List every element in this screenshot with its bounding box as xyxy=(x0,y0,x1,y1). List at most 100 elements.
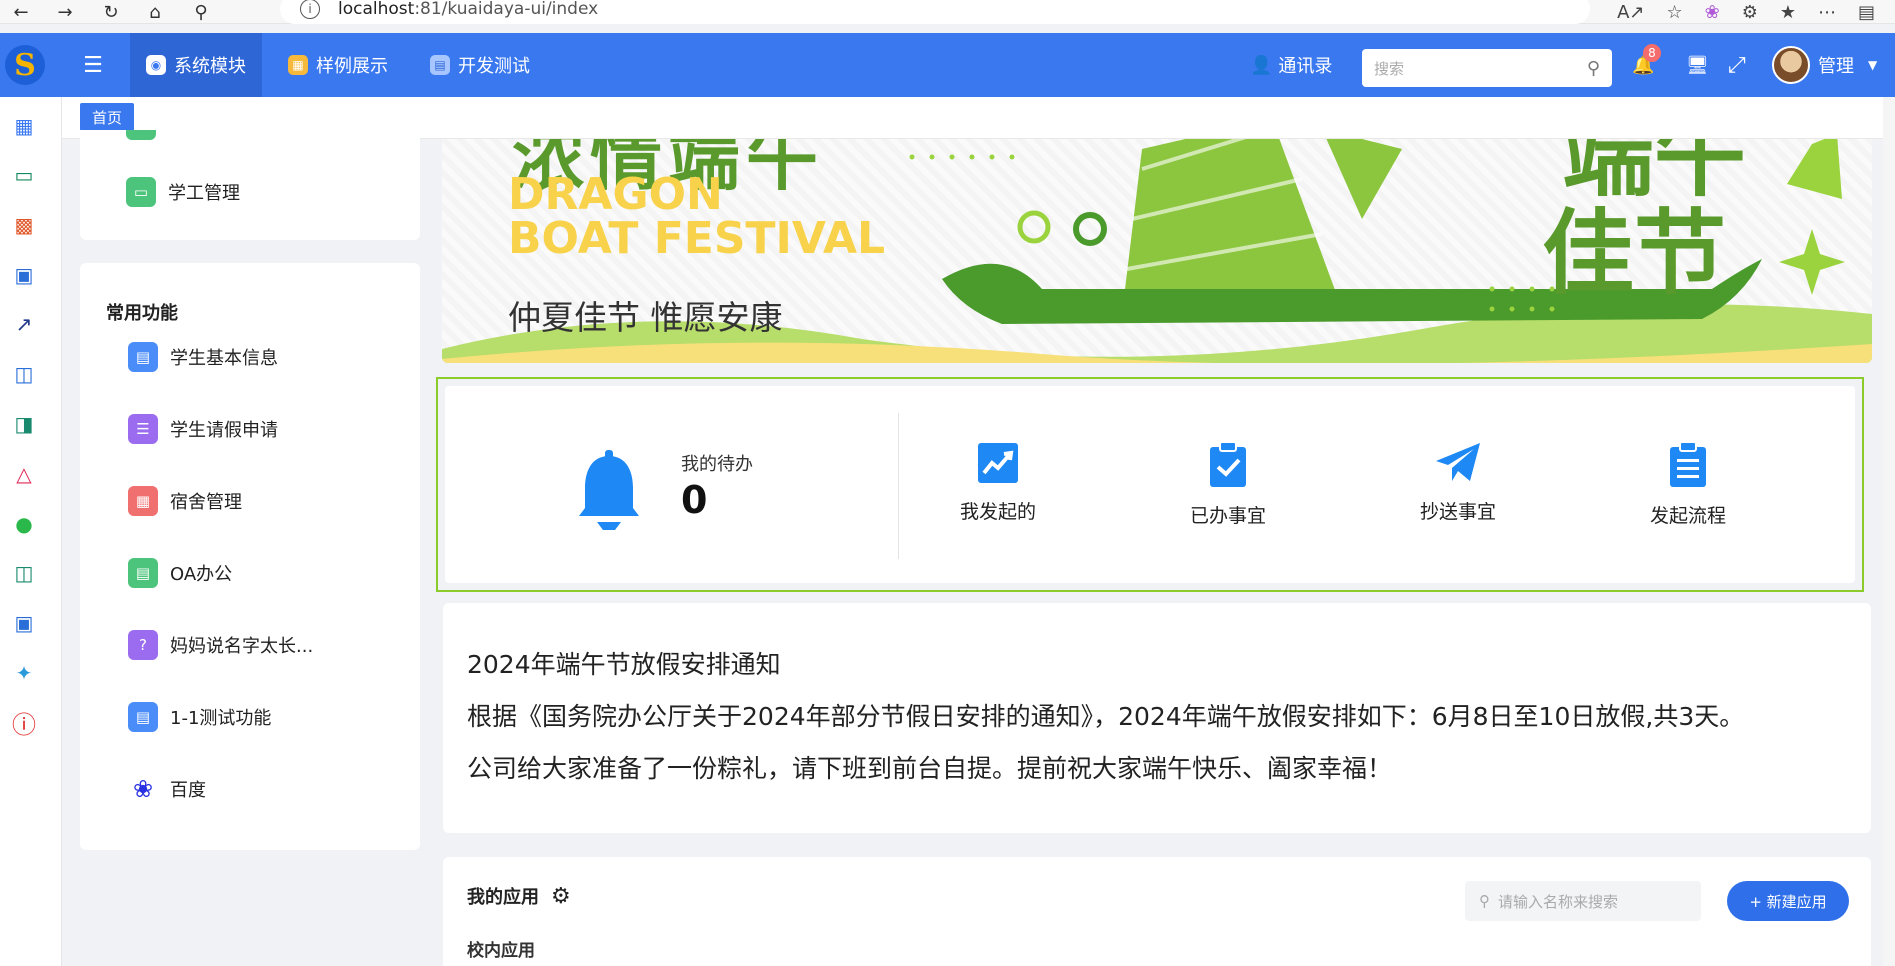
page-scrollbar[interactable] xyxy=(1883,97,1895,966)
top-navigation: S ☰ ◉ 系统模块 ▦ 样例展示 ▤ 开发测试 👤 通讯录 搜索 ⚲ 🔔 8 … xyxy=(0,33,1895,97)
sidebar-item-test[interactable]: ▤ 1-1测试功能 xyxy=(128,702,271,732)
menu-toggle-icon[interactable]: ☰ xyxy=(70,33,116,97)
search-icon[interactable]: ⚲ xyxy=(186,0,216,24)
user-menu[interactable]: 管理 ▼ xyxy=(1772,33,1877,97)
apps-subtitle: 校内应用 xyxy=(467,941,535,961)
home-icon[interactable]: ⌂ xyxy=(140,0,170,24)
favorites-icon[interactable]: ★ xyxy=(1780,2,1796,23)
chart-icon xyxy=(978,443,1018,483)
network-icon[interactable]: △ xyxy=(9,459,39,489)
quick-start-process[interactable]: 发起流程 xyxy=(1608,441,1768,528)
toolbox-icon[interactable]: ▣ xyxy=(9,260,39,290)
tab-label: 样例展示 xyxy=(316,56,388,77)
forward-icon[interactable]: → xyxy=(50,0,80,24)
list-icon: ☰ xyxy=(128,414,158,444)
line-chart-icon[interactable]: ↗ xyxy=(9,309,39,339)
notice-title: 2024年端午节放假安排通知 xyxy=(467,650,781,679)
sidebar-item-label: 学工管理 xyxy=(168,183,240,204)
back-icon[interactable]: ← xyxy=(6,0,36,24)
copilot-icon[interactable]: ❀ xyxy=(1705,2,1720,23)
database-icon[interactable]: ◫ xyxy=(9,558,39,588)
chat-icon[interactable]: ● xyxy=(9,509,39,539)
sidebar-item-student-affairs[interactable]: ▭ 学工管理 xyxy=(126,177,240,207)
id-card-icon: ▭ xyxy=(126,177,156,207)
sidebar-item-oa[interactable]: ▤ OA办公 xyxy=(128,558,232,588)
sidebar-item-label: 学生基本信息 xyxy=(170,348,278,369)
sidebar-item-label: 百度 xyxy=(170,780,206,801)
sidebar-item-dorm[interactable]: ▦ 宿舍管理 xyxy=(128,486,242,516)
sidebar-item-baidu[interactable]: ❀ 百度 xyxy=(128,774,206,804)
icon-rail: ▦ ▭ ▩ ▣ ↗ ◫ ◨ △ ● ◫ ▣ ✦ ⓘ xyxy=(0,97,62,966)
user-icon: 👤 xyxy=(1250,54,1273,76)
quick-done[interactable]: 已办事宜 xyxy=(1148,441,1308,528)
banner-en-line2: BOAT FESTIVAL xyxy=(508,213,886,264)
document-icon: ▤ xyxy=(128,702,158,732)
sidebar-item-label: OA办公 xyxy=(170,564,233,585)
site-info-icon[interactable]: i xyxy=(300,0,320,19)
notice-line: 公司给大家准备了一份粽礼，请下班到前台自提。提前祝大家端午快乐、阖家幸福！ xyxy=(467,754,1393,783)
sidebar-card-common: 常用功能 ▤ 学生基本信息 ☰ 学生请假申请 ▦ 宿舍管理 ▤ OA办公 ? 妈… xyxy=(80,263,420,850)
extensions-icon[interactable]: ⚙ xyxy=(1742,2,1758,23)
id-card-icon[interactable]: ▭ xyxy=(9,160,39,190)
fullscreen-icon[interactable]: ⤢ xyxy=(1728,33,1746,97)
url-host: localhost xyxy=(338,0,415,19)
notice-card: 2024年端午节放假安排通知 根据《国务院办公厅关于2024年部分节假日安排的通… xyxy=(443,603,1871,833)
apps-title-row: 我的应用 ⚙ xyxy=(467,883,571,909)
puzzle-icon[interactable]: ✦ xyxy=(9,658,39,688)
sidebar-item-long-name[interactable]: ? 妈妈说名字太长... xyxy=(128,630,313,660)
avatar xyxy=(1772,46,1810,84)
todo-label: 我的待办 xyxy=(681,454,753,475)
apps-search-input[interactable]: ⚲ 请输入名称来搜索 xyxy=(1465,881,1701,921)
oa-icon: ▤ xyxy=(128,558,158,588)
logo: S xyxy=(0,33,50,97)
sidebar-item-label: 学生请假申请 xyxy=(170,420,278,441)
document-icon: ▤ xyxy=(128,342,158,372)
tab-dev-test[interactable]: ▤ 开发测试 xyxy=(414,33,546,97)
banner-subtitle: 仲夏佳节 惟愿安康 xyxy=(508,298,783,337)
search-input[interactable]: 搜索 ⚲ xyxy=(1362,49,1612,87)
search-icon[interactable]: ⚲ xyxy=(1587,58,1600,79)
quick-label: 我发起的 xyxy=(959,501,1036,523)
favorite-star-icon[interactable]: ☆ xyxy=(1666,2,1682,23)
new-app-button[interactable]: + 新建应用 xyxy=(1727,881,1849,921)
code-screen-icon[interactable]: ◨ xyxy=(9,409,39,439)
reload-icon[interactable]: ↻ xyxy=(96,0,126,24)
banner-right-text-2: 佳节 xyxy=(1542,200,1727,307)
tag-home[interactable]: 首页 xyxy=(80,103,135,131)
contacts-button[interactable]: 👤 通讯录 xyxy=(1250,33,1332,97)
read-aloud-icon[interactable]: A↗ xyxy=(1617,2,1644,23)
banner-en-line1: DRAGON xyxy=(508,169,723,220)
logo-icon: S xyxy=(5,45,45,85)
apps-search-placeholder: 请输入名称来搜索 xyxy=(1498,892,1619,911)
todo-panel: 我的待办 0 我发起的 已办事宜 抄送事宜 发起流程 xyxy=(436,377,1864,592)
gear-icon[interactable]: ⚙ xyxy=(551,884,571,909)
question-icon: ? xyxy=(128,630,158,660)
more-icon[interactable]: ⋯ xyxy=(1818,2,1836,23)
grid-icon[interactable]: ▦ xyxy=(9,111,39,141)
code-window-icon[interactable]: ◫ xyxy=(9,359,39,389)
help-icon[interactable]: ⓘ xyxy=(9,707,39,739)
sidebar-item-leave-request[interactable]: ☰ 学生请假申请 xyxy=(128,414,278,444)
dragon-boat-banner: 浓情端午 DRAGON BOAT FESTIVAL 仲夏佳节 惟愿安康 端午 佳… xyxy=(442,139,1872,363)
presentation-icon[interactable]: ▩ xyxy=(9,210,39,240)
baidu-icon: ❀ xyxy=(132,775,154,803)
sidebar-item-student-info[interactable]: ▤ 学生基本信息 xyxy=(128,342,278,372)
monitor-icon[interactable]: ▣ xyxy=(9,608,39,638)
notice-line: 根据《国务院办公厅关于2024年部分节假日安排的通知》，2024年端午放假安排如… xyxy=(467,702,1745,731)
notification-bell-icon[interactable]: 🔔 xyxy=(1632,33,1654,97)
sidebar-item-label: 宿舍管理 xyxy=(170,492,242,513)
sidebar-toggle-icon[interactable]: ▤ xyxy=(1858,2,1875,23)
banner-en-title: DRAGON BOAT FESTIVAL xyxy=(508,173,885,261)
todo-count[interactable]: 0 xyxy=(681,478,707,522)
quick-cc[interactable]: 抄送事宜 xyxy=(1378,441,1538,524)
clipboard-list-icon xyxy=(1670,441,1706,487)
screen-icon[interactable]: 🖥 xyxy=(1686,33,1709,97)
address-bar[interactable]: i localhost:81/kuaidaya-ui/index xyxy=(280,0,1590,24)
search-icon: ⚲ xyxy=(1479,892,1490,910)
sidebar-card-modules: ▭ 学工管理 xyxy=(80,130,420,240)
quick-my-initiated[interactable]: 我发起的 xyxy=(918,441,1078,524)
tab-samples[interactable]: ▦ 样例展示 xyxy=(272,33,404,97)
chevron-down-icon: ▼ xyxy=(1868,58,1878,72)
dev-test-icon: ▤ xyxy=(430,55,450,75)
tab-system-module[interactable]: ◉ 系统模块 xyxy=(130,33,262,97)
